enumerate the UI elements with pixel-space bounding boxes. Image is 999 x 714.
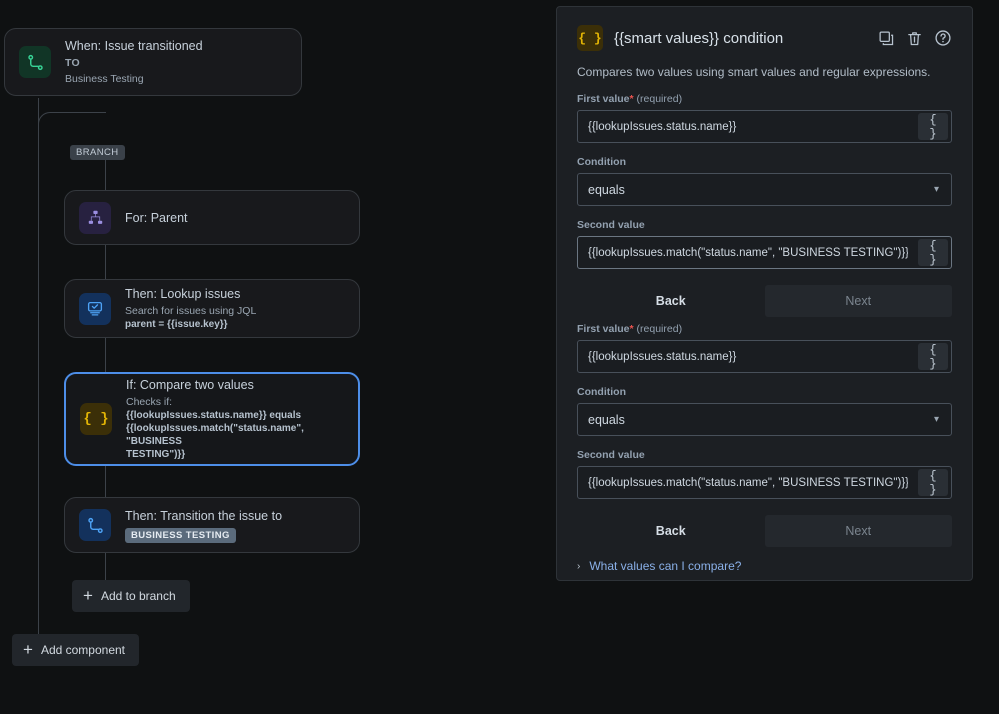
- node-title: Then: Transition the issue to: [125, 508, 282, 524]
- first-value-label-text: First value: [577, 323, 630, 335]
- connector-branch-2: [105, 337, 106, 373]
- first-value-input[interactable]: [578, 111, 918, 142]
- rule-node-transition-issue[interactable]: Then: Transition the issue to BUSINESS T…: [64, 497, 360, 553]
- connector-branch-1: [105, 244, 106, 280]
- first-value-input[interactable]: [578, 341, 918, 372]
- first-value-label-text: First value: [577, 93, 630, 105]
- add-to-branch-label: Add to branch: [101, 589, 176, 603]
- first-value-field[interactable]: { }: [577, 340, 952, 373]
- branch-chip: BRANCH: [70, 145, 125, 160]
- required-text: (required): [637, 93, 683, 105]
- rule-node-compare-two-values[interactable]: { } If: Compare two values Checks if: {{…: [64, 372, 360, 466]
- smart-values-icon: { }: [577, 25, 603, 51]
- what-values-can-i-compare-link[interactable]: › What values can I compare?: [577, 559, 952, 573]
- condition-selected-value: equals: [578, 183, 934, 197]
- node-title: Then: Lookup issues: [125, 286, 256, 302]
- node-title: When: Issue transitioned: [65, 38, 203, 54]
- transition-arrow-icon: [19, 46, 51, 78]
- form-1-buttons: Back Next: [577, 285, 952, 317]
- condition-label: Condition: [577, 386, 952, 398]
- condition-form-2: First value* (required) { } Condition eq…: [577, 323, 952, 547]
- add-component-label: Add component: [41, 643, 125, 657]
- first-value-label: First value* (required): [577, 93, 952, 105]
- automation-rule-builder: BRANCH When: Issue transitioned TO Busin…: [0, 0, 999, 714]
- form-2-buttons: Back Next: [577, 515, 952, 547]
- delete-icon[interactable]: [906, 30, 923, 47]
- component-details-panel: { } {{smart values}} condition: [556, 6, 973, 581]
- help-icon[interactable]: [934, 29, 952, 47]
- duplicate-icon[interactable]: [878, 30, 895, 47]
- required-text: (required): [637, 323, 683, 335]
- connector-trunk: [38, 98, 39, 650]
- add-component-button[interactable]: + Add component: [12, 634, 139, 666]
- node-condition: parent = {{issue.key}}: [125, 318, 256, 331]
- required-asterisk: *: [630, 323, 634, 335]
- first-value-field[interactable]: { }: [577, 110, 952, 143]
- first-value-label: First value* (required): [577, 323, 952, 335]
- smart-value-picker-button[interactable]: { }: [918, 113, 948, 140]
- chevron-down-icon: ▾: [934, 184, 951, 195]
- lookup-issues-icon: [79, 293, 111, 325]
- smart-value-picker-button[interactable]: { }: [918, 469, 948, 496]
- connector-branch-3: [105, 465, 106, 498]
- back-button[interactable]: Back: [577, 285, 765, 317]
- condition-form-1: First value* (required) { } Condition eq…: [577, 93, 952, 317]
- smart-value-picker-button[interactable]: { }: [918, 343, 948, 370]
- connector-branch-top: [105, 155, 106, 190]
- condition-label: Condition: [577, 156, 952, 168]
- rule-node-for-parent[interactable]: For: Parent: [64, 190, 360, 245]
- second-value-input[interactable]: [578, 237, 918, 268]
- panel-header: { } {{smart values}} condition: [577, 25, 952, 51]
- chevron-right-icon: ›: [577, 561, 580, 572]
- plus-icon: +: [23, 643, 33, 657]
- page-title: {{smart values}} condition: [614, 30, 878, 47]
- node-subtitle: Checks if:: [126, 395, 344, 409]
- node-subtitle: Search for issues using JQL: [125, 304, 256, 318]
- node-subtitle: Business Testing: [65, 72, 203, 86]
- second-value-field[interactable]: { }: [577, 466, 952, 499]
- rule-canvas: BRANCH When: Issue transitioned TO Busin…: [0, 0, 556, 714]
- node-condition-line-3: TESTING")}}: [126, 448, 344, 461]
- smart-value-picker-button[interactable]: { }: [918, 239, 948, 266]
- next-button[interactable]: Next: [765, 515, 953, 547]
- second-value-input[interactable]: [578, 467, 918, 498]
- add-to-branch-button[interactable]: + Add to branch: [72, 580, 190, 612]
- panel-description: Compares two values using smart values a…: [577, 65, 952, 79]
- required-asterisk: *: [630, 93, 634, 105]
- second-value-field[interactable]: { }: [577, 236, 952, 269]
- condition-select[interactable]: equals ▾: [577, 403, 952, 436]
- connector-branch-4: [105, 553, 106, 580]
- next-button[interactable]: Next: [765, 285, 953, 317]
- disclosure-label: What values can I compare?: [589, 559, 741, 573]
- rule-node-lookup-issues[interactable]: Then: Lookup issues Search for issues us…: [64, 279, 360, 338]
- status-badge: BUSINESS TESTING: [125, 528, 236, 543]
- second-value-label: Second value: [577, 219, 952, 231]
- node-condition-line-1: {{lookupIssues.status.name}} equals: [126, 409, 344, 422]
- plus-icon: +: [83, 589, 93, 603]
- node-title: For: Parent: [125, 210, 188, 226]
- rule-node-trigger[interactable]: When: Issue transitioned TO Business Tes…: [4, 28, 302, 96]
- smart-values-icon: { }: [80, 403, 112, 435]
- transition-arrow-icon: [79, 509, 111, 541]
- condition-selected-value: equals: [578, 413, 934, 427]
- chevron-down-icon: ▾: [934, 414, 951, 425]
- node-subtitle-label: TO: [65, 56, 203, 70]
- second-value-label: Second value: [577, 449, 952, 461]
- condition-select[interactable]: equals ▾: [577, 173, 952, 206]
- back-button[interactable]: Back: [577, 515, 765, 547]
- hierarchy-icon: [79, 202, 111, 234]
- node-title: If: Compare two values: [126, 377, 344, 393]
- node-condition-line-2: {{lookupIssues.match("status.name", "BUS…: [126, 422, 344, 448]
- panel-actions: [878, 29, 952, 47]
